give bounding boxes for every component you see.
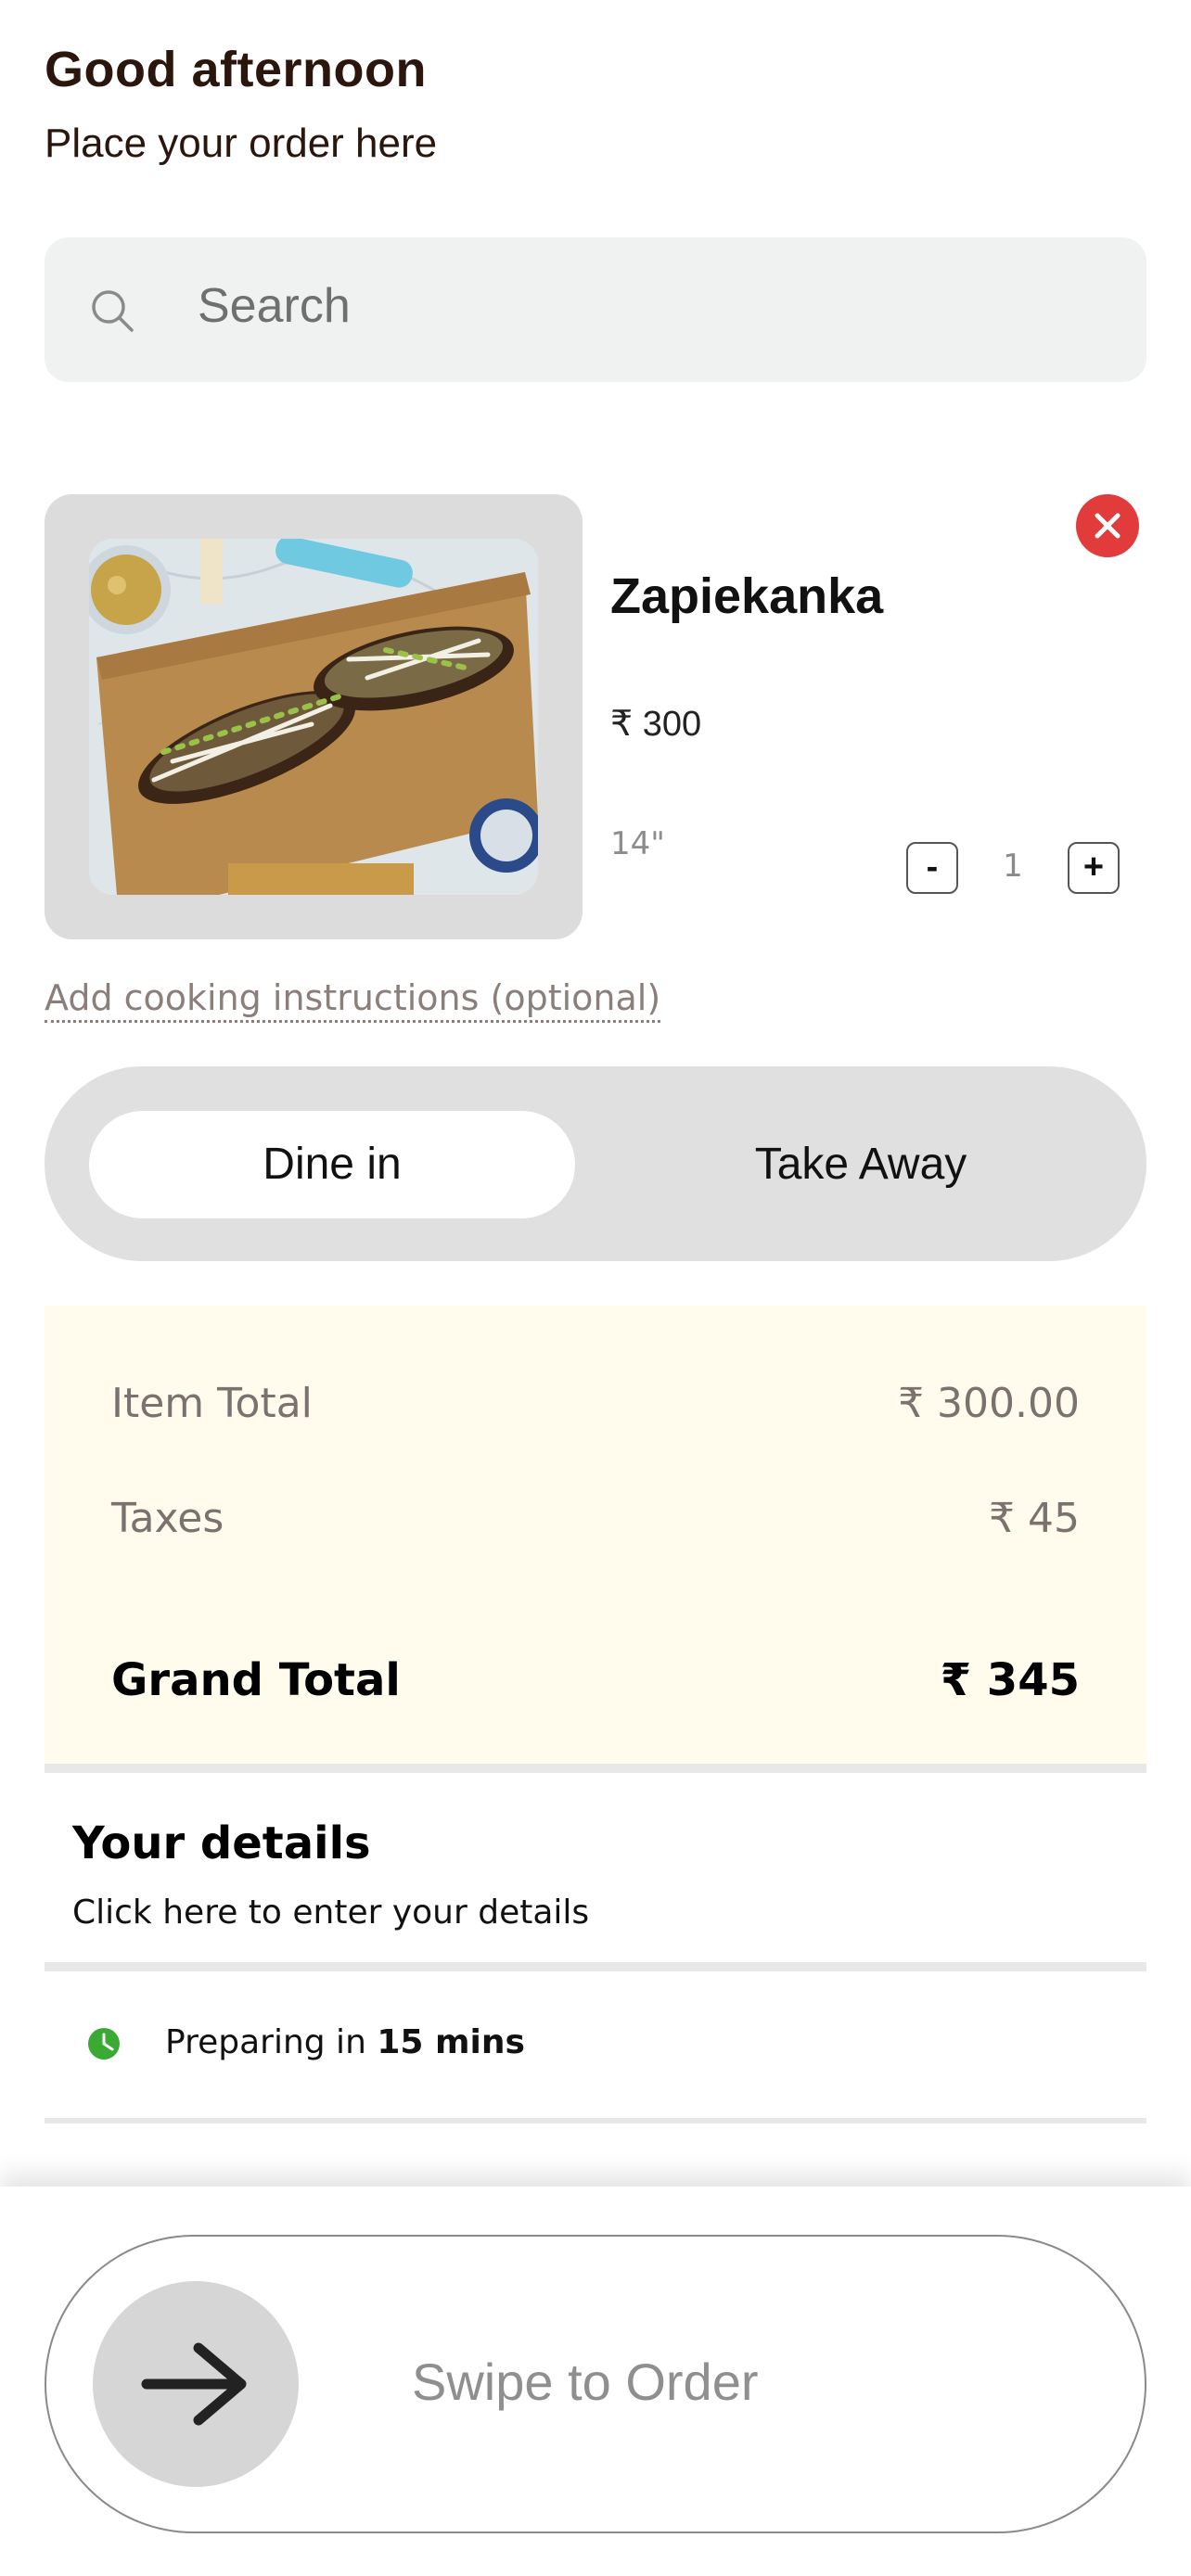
page-subtitle: Place your order here	[45, 121, 438, 166]
your-details-hint[interactable]: Click here to enter your details	[72, 1894, 589, 1932]
your-details-title: Your details	[72, 1817, 371, 1869]
increase-quantity-button[interactable]: +	[1068, 842, 1120, 894]
cooking-instructions-link[interactable]: Add cooking instructions (optional)	[45, 977, 661, 1023]
search-bar[interactable]: Search	[45, 237, 1146, 382]
clock-icon	[88, 2028, 120, 2060]
item-name: Zapiekanka	[610, 568, 884, 624]
swipe-handle[interactable]	[93, 2281, 299, 2487]
taxes-label: Taxes	[111, 1495, 224, 1542]
greeting-heading: Good afternoon	[45, 42, 427, 97]
dine-in-option[interactable]: Dine in	[89, 1111, 575, 1218]
your-details-section[interactable]: Your details Click here to enter your de…	[45, 1773, 1146, 1971]
item-total-label: Item Total	[111, 1380, 313, 1427]
quantity-value: 1	[1003, 848, 1023, 885]
zapiekanka-photo	[89, 539, 538, 895]
preparation-time: Preparing in 15 mins	[45, 1971, 1146, 2123]
close-icon	[1095, 513, 1121, 539]
bill-summary: Item Total ₹ 300.00 Taxes ₹ 45 Grand Tot…	[45, 1306, 1146, 1773]
taxes-value: ₹ 45	[989, 1495, 1080, 1542]
preparation-text: Preparing in 15 mins	[165, 2023, 525, 2061]
swipe-to-order-slider[interactable]: Swipe to Order	[45, 2235, 1146, 2533]
order-type-toggle: Dine in Take Away	[45, 1066, 1146, 1261]
grand-total-value: ₹ 345	[940, 1654, 1080, 1706]
search-input[interactable]: Search	[198, 278, 351, 334]
preparation-prefix: Preparing in	[165, 2023, 366, 2061]
preparation-time-value: 15 mins	[377, 2023, 525, 2061]
decrease-quantity-button[interactable]: -	[906, 842, 958, 894]
arrow-right-icon	[141, 2342, 247, 2426]
item-total-value: ₹ 300.00	[898, 1380, 1080, 1427]
remove-item-button[interactable]	[1076, 494, 1139, 557]
item-price: ₹ 300	[610, 705, 702, 744]
swipe-label: Swipe to Order	[412, 2353, 759, 2411]
grand-total-label: Grand Total	[111, 1654, 401, 1706]
take-away-option[interactable]: Take Away	[620, 1111, 1102, 1218]
item-card	[45, 494, 583, 939]
item-size: 14"	[610, 825, 665, 862]
search-icon	[92, 290, 134, 332]
